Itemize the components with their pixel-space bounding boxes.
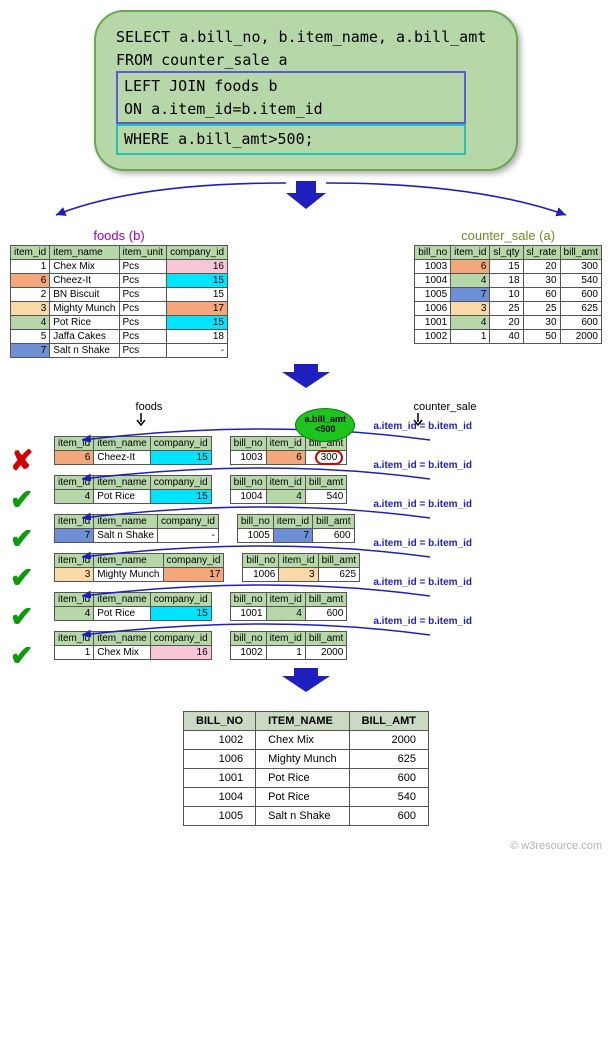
step-foods-table: item_iditem_namecompany_id4Pot Rice15 [54, 475, 212, 504]
step-counter-table: bill_noitem_idbill_amt100212000 [230, 631, 348, 660]
table-header: bill_amt [560, 245, 601, 259]
table-row: 2BN BiscuitPcs15 [11, 287, 228, 301]
table-row: 1005Salt n Shake600 [184, 806, 429, 825]
table-header: item_id [11, 245, 50, 259]
sql-line-select: SELECT a.bill_no, b.item_name, a.bill_am… [116, 26, 496, 49]
sql-line-from: FROM counter_sale a [116, 49, 496, 72]
down-arrow-icon [10, 179, 602, 222]
table-row: 100142030600 [415, 315, 602, 329]
table-row: 100361520300 [415, 259, 602, 273]
table-header: item_id [451, 245, 490, 259]
cross-icon: ✘ [10, 444, 33, 477]
counter-table-label: counter_sale (a) [414, 228, 602, 243]
table-header: BILL_AMT [349, 711, 428, 730]
table-row: 7Salt n ShakePcs- [11, 343, 228, 357]
table-row: 1002140502000 [415, 329, 602, 343]
table-row: 5Jaffa CakesPcs18 [11, 329, 228, 343]
table-header: item_name [50, 245, 119, 259]
join-step: a.item_id = b.item_id✔item_iditem_nameco… [10, 631, 602, 660]
step-counter-table: bill_noitem_idbill_amt10063625 [242, 553, 360, 582]
down-arrow-icon [10, 364, 602, 393]
result-table: BILL_NOITEM_NAMEBILL_AMT1002Chex Mix2000… [183, 711, 429, 826]
check-icon: ✔ [10, 561, 33, 594]
table-header: bill_no [415, 245, 451, 259]
foods-table: item_iditem_nameitem_unitcompany_id1Chex… [10, 245, 228, 358]
table-row: 1004Pot Rice540 [184, 787, 429, 806]
filter-bubble: a.bill_amt<500 [295, 408, 355, 442]
table-header: ITEM_NAME [256, 711, 349, 730]
table-header: sl_rate [523, 245, 560, 259]
sql-join-clause: LEFT JOIN foods b ON a.item_id=b.item_id [116, 71, 466, 124]
table-row: 1Chex MixPcs16 [11, 259, 228, 273]
table-row: 1001Pot Rice600 [184, 768, 429, 787]
table-header: BILL_NO [184, 711, 256, 730]
down-arrow-icon [10, 668, 602, 697]
table-header: company_id [167, 245, 228, 259]
join-steps: a.item_id = b.item_id ✘ item_iditem_nameco… [10, 436, 602, 660]
table-header: sl_qty [490, 245, 523, 259]
table-header: item_unit [119, 245, 167, 259]
table-row: 6Cheez-ItPcs15 [11, 273, 228, 287]
table-row: 3Mighty MunchPcs17 [11, 301, 228, 315]
join-step: a.item_id = b.item_id✔item_iditem_nameco… [10, 475, 602, 504]
join-condition-label: a.item_id = b.item_id [373, 460, 472, 471]
join-step: a.item_id = b.item_id✔item_iditem_nameco… [10, 514, 602, 543]
table-row: 1006Mighty Munch625 [184, 749, 429, 768]
join-step: a.item_id = b.item_id✔item_iditem_nameco… [10, 592, 602, 621]
sql-where-clause: WHERE a.bill_amt>500; [116, 124, 466, 155]
step-foods-table: item_iditem_namecompany_id4Pot Rice15 [54, 592, 212, 621]
check-icon: ✔ [10, 522, 33, 555]
sql-join-line2: ON a.item_id=b.item_id [124, 98, 458, 121]
step-counter-table: bill_noitem_idbill_amt10057600 [237, 514, 355, 543]
counter-table-wrap: counter_sale (a) bill_noitem_idsl_qtysl_… [414, 228, 602, 358]
table-row: 4Pot RicePcs15 [11, 315, 228, 329]
table-row: 100441830540 [415, 273, 602, 287]
table-row: 100632525625 [415, 301, 602, 315]
table-row: 100571060600 [415, 287, 602, 301]
step-foods-table: item_iditem_namecompany_id3Mighty Munch1… [54, 553, 224, 582]
check-icon: ✔ [10, 639, 33, 672]
step-counter-table: bill_noitem_idbill_amt10044540 [230, 475, 348, 504]
table-row: 1002Chex Mix2000 [184, 730, 429, 749]
check-icon: ✔ [10, 600, 33, 633]
step-foods-table: item_iditem_namecompany_id6Cheez-It15 [54, 436, 212, 465]
step-counter-table: bill_noitem_idbill_amt10014600 [230, 592, 348, 621]
counter-sale-table: bill_noitem_idsl_qtysl_ratebill_amt10036… [414, 245, 602, 344]
foods-sublabel: foods [136, 401, 163, 430]
step-foods-table: item_iditem_namecompany_id7Salt n Shake- [54, 514, 219, 543]
check-icon: ✔ [10, 483, 33, 516]
join-step: a.item_id = b.item_id✔item_iditem_nameco… [10, 553, 602, 582]
join-condition-label: a.item_id = b.item_id [373, 499, 472, 510]
join-condition-label: a.item_id = b.item_id [373, 577, 472, 588]
foods-table-label: foods (b) [10, 228, 228, 243]
join-condition-label: a.item_id = b.item_id [373, 616, 472, 627]
step-foods-table: item_iditem_namecompany_id1Chex Mix16 [54, 631, 212, 660]
sql-query-box: SELECT a.bill_no, b.item_name, a.bill_am… [94, 10, 518, 171]
join-condition-label: a.item_id = b.item_id [373, 538, 472, 549]
foods-table-wrap: foods (b) item_iditem_nameitem_unitcompa… [10, 228, 228, 358]
sql-join-line1: LEFT JOIN foods b [124, 75, 458, 98]
join-step: a.item_id = b.item_id✘item_iditem_nameco… [10, 436, 602, 465]
footer-credit: © w3resource.com [10, 840, 602, 852]
join-condition-label: a.item_id = b.item_id [373, 421, 472, 432]
